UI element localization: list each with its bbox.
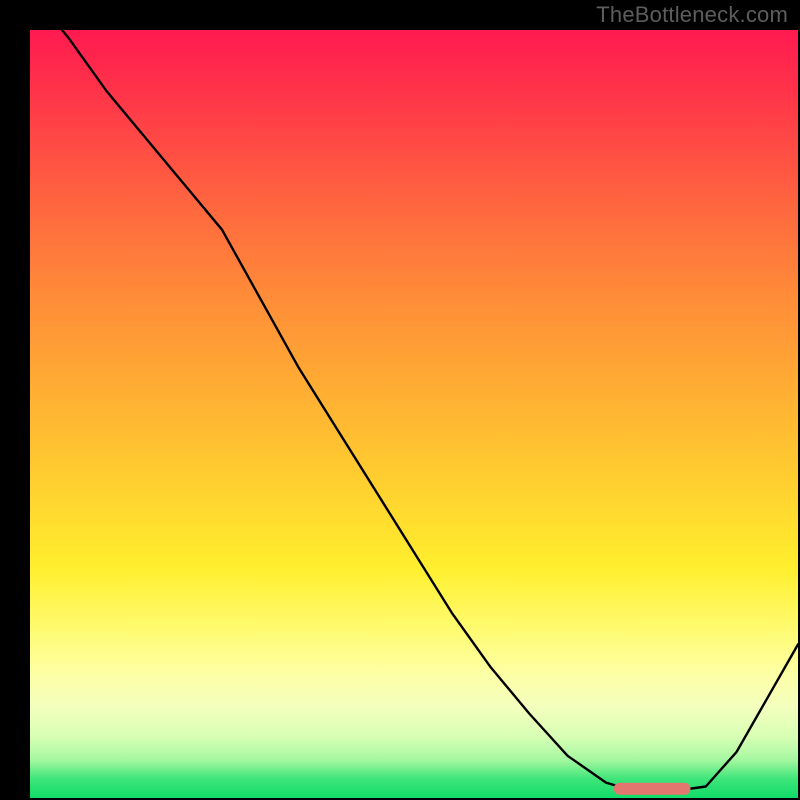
bottleneck-curve [30,30,798,792]
watermark-text: TheBottleneck.com [596,2,788,28]
optimal-range-marker [614,783,691,795]
chart-root: TheBottleneck.com [0,0,800,800]
chart-svg [30,30,798,798]
plot-area [30,30,798,798]
